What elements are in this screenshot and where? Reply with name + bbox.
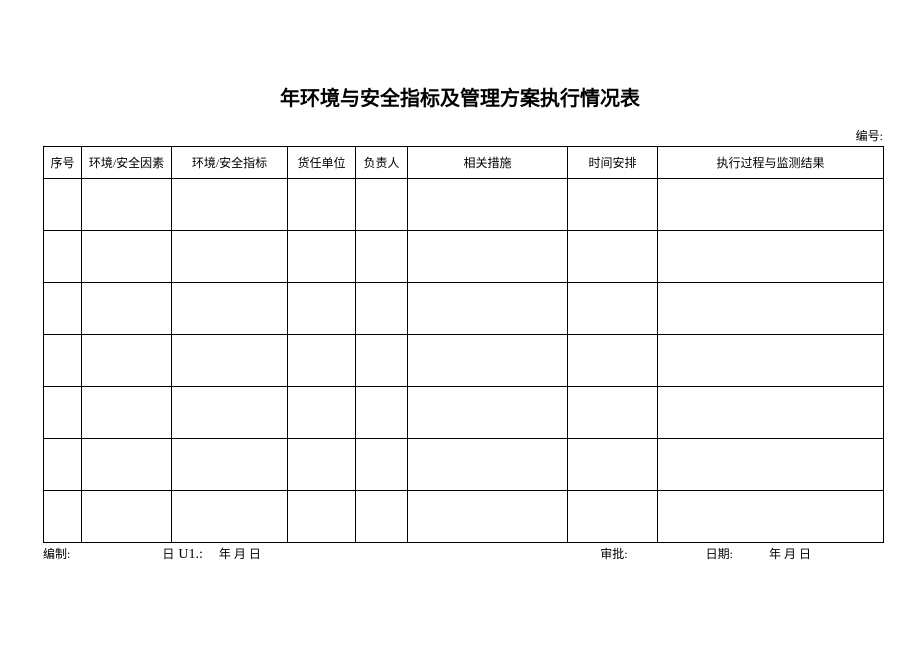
cell-indicator	[172, 179, 288, 231]
cell-person	[356, 387, 408, 439]
cell-person	[356, 491, 408, 543]
header-measure: 相关措施	[408, 147, 568, 179]
cell-measure	[408, 179, 568, 231]
cell-unit	[288, 231, 356, 283]
cell-factor	[82, 231, 172, 283]
cell-measure	[408, 387, 568, 439]
cell-result	[658, 387, 884, 439]
cell-measure	[408, 439, 568, 491]
main-data-table: 序号 环境/安全因素 环境/安全指标 货任单位 负责人 相关措施 时间安排 执行…	[43, 146, 884, 543]
cell-time	[568, 491, 658, 543]
cell-time	[568, 439, 658, 491]
header-time: 时间安排	[568, 147, 658, 179]
header-factor: 环境/安全因素	[82, 147, 172, 179]
cell-unit	[288, 283, 356, 335]
cell-result	[658, 179, 884, 231]
cell-seq	[44, 179, 82, 231]
cell-time	[568, 387, 658, 439]
table-row	[44, 387, 884, 439]
footer-prep-label: 编制:	[43, 545, 162, 562]
cell-factor	[82, 439, 172, 491]
table-header-row: 序号 环境/安全因素 环境/安全指标 货任单位 负责人 相关措施 时间安排 执行…	[44, 147, 884, 179]
table-row	[44, 283, 884, 335]
cell-person	[356, 283, 408, 335]
cell-result	[658, 491, 884, 543]
cell-measure	[408, 283, 568, 335]
cell-indicator	[172, 387, 288, 439]
cell-unit	[288, 387, 356, 439]
cell-unit	[288, 179, 356, 231]
cell-unit	[288, 439, 356, 491]
footer-date-label: 日期:	[706, 545, 769, 563]
cell-factor	[82, 491, 172, 543]
header-seq: 序号	[44, 147, 82, 179]
footer-row: 编制: 日 U1.: 年 月 日 审批: 日期: 年 月 日	[43, 543, 883, 563]
header-indicator: 环境/安全指标	[172, 147, 288, 179]
cell-measure	[408, 491, 568, 543]
cell-person	[356, 179, 408, 231]
footer-ri: 日	[162, 545, 178, 562]
cell-result	[658, 439, 884, 491]
footer-date-1: 年 月 日	[211, 545, 261, 562]
doc-number-label: 编号:	[0, 127, 920, 146]
cell-seq	[44, 283, 82, 335]
cell-person	[356, 439, 408, 491]
cell-factor	[82, 335, 172, 387]
footer-approve-label: 审批:	[600, 545, 705, 563]
cell-result	[658, 231, 884, 283]
cell-time	[568, 283, 658, 335]
cell-indicator	[172, 439, 288, 491]
footer-u1: U1.:	[178, 547, 211, 563]
cell-seq	[44, 335, 82, 387]
cell-result	[658, 335, 884, 387]
cell-result	[658, 283, 884, 335]
cell-person	[356, 231, 408, 283]
cell-seq	[44, 387, 82, 439]
cell-indicator	[172, 491, 288, 543]
cell-measure	[408, 335, 568, 387]
cell-unit	[288, 491, 356, 543]
cell-seq	[44, 439, 82, 491]
cell-time	[568, 335, 658, 387]
cell-measure	[408, 231, 568, 283]
footer-date-2: 年 月 日	[769, 545, 883, 563]
cell-person	[356, 335, 408, 387]
cell-factor	[82, 179, 172, 231]
cell-time	[568, 231, 658, 283]
cell-seq	[44, 231, 82, 283]
table-row	[44, 179, 884, 231]
cell-indicator	[172, 231, 288, 283]
cell-factor	[82, 387, 172, 439]
footer-left-group: 编制: 日 U1.: 年 月 日	[43, 545, 261, 563]
header-person: 负责人	[356, 147, 408, 179]
table-row	[44, 491, 884, 543]
cell-unit	[288, 335, 356, 387]
table-row	[44, 335, 884, 387]
cell-factor	[82, 283, 172, 335]
cell-indicator	[172, 335, 288, 387]
page-title: 年环境与安全指标及管理方案执行情况表	[0, 0, 920, 127]
table-row	[44, 439, 884, 491]
header-result: 执行过程与监测结果	[658, 147, 884, 179]
cell-time	[568, 179, 658, 231]
table-row	[44, 231, 884, 283]
cell-indicator	[172, 283, 288, 335]
cell-seq	[44, 491, 82, 543]
table-body	[44, 179, 884, 543]
header-unit: 货任单位	[288, 147, 356, 179]
